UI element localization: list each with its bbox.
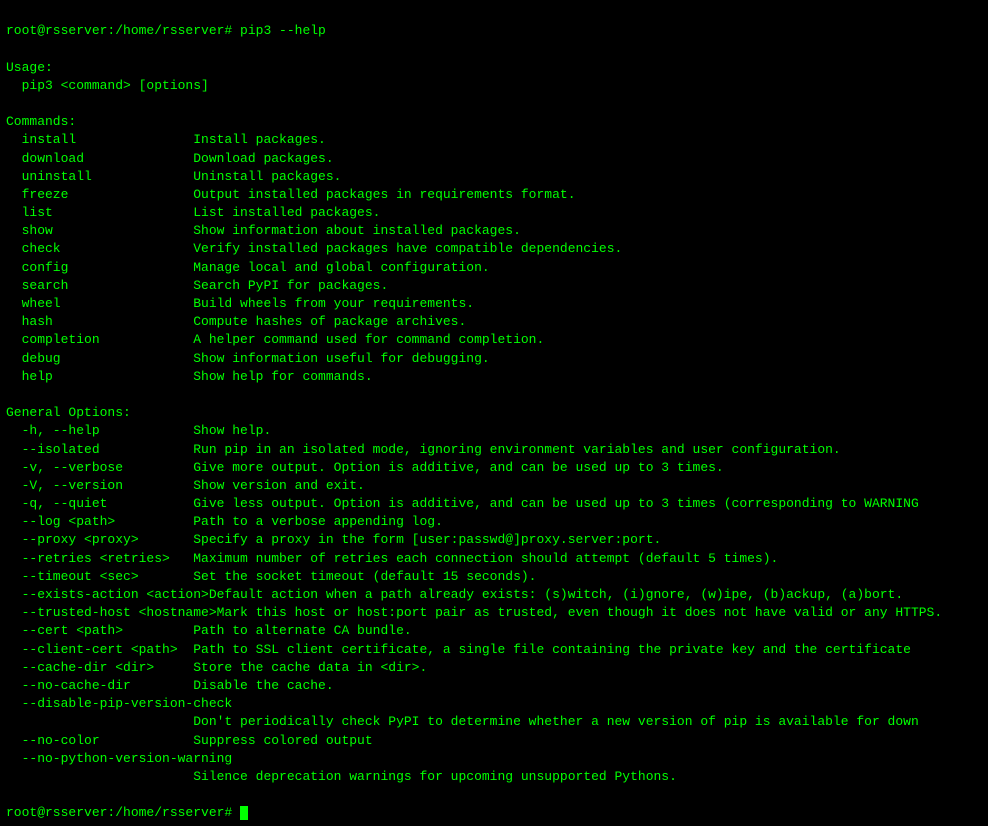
options-list: -h, --help Show help. --isolated Run pip… xyxy=(6,423,942,784)
commands-list: install Install packages. download Downl… xyxy=(6,132,622,383)
terminal-window: root@rsserver:/home/rsserver# pip3 --hel… xyxy=(6,4,982,822)
usage-line: pip3 <command> [options] xyxy=(6,78,209,93)
commands-header: Commands: xyxy=(6,114,76,129)
top-prompt: root@rsserver:/home/rsserver# pip3 --hel… xyxy=(6,23,326,38)
general-header: General Options: xyxy=(6,405,131,420)
usage-header: Usage: xyxy=(6,60,53,75)
bottom-prompt: root@rsserver:/home/rsserver# xyxy=(6,805,240,820)
cursor xyxy=(240,806,248,820)
